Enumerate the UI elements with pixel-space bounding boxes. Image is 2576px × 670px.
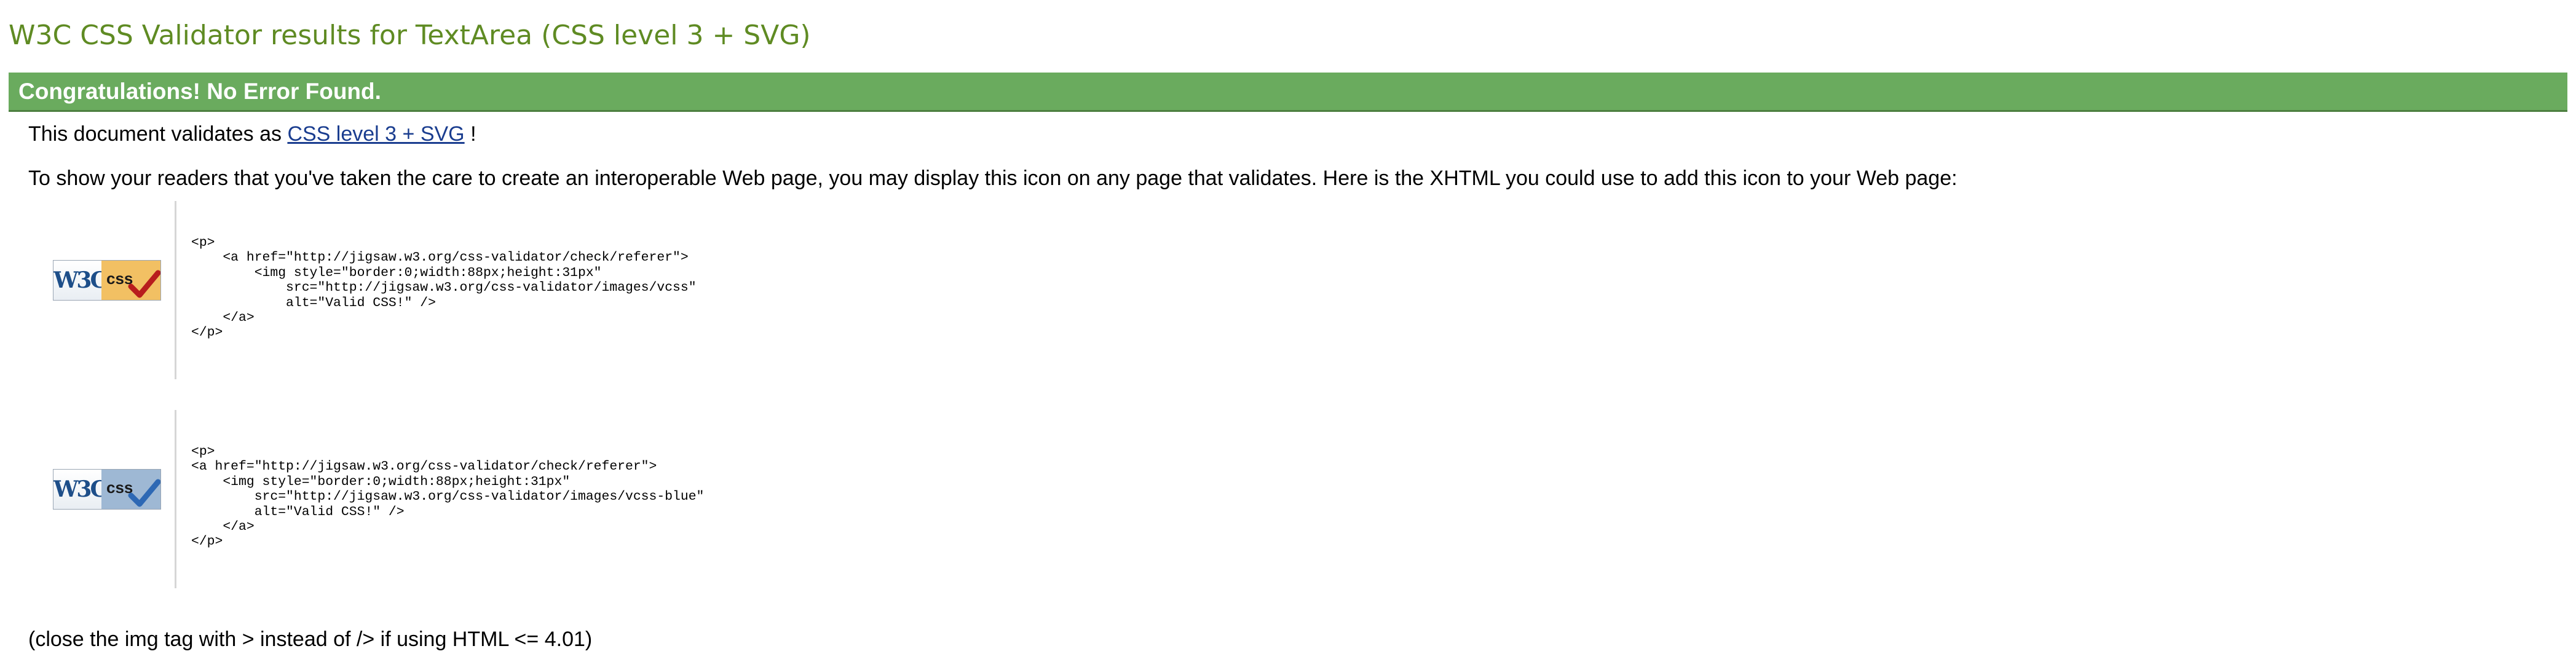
w3c-css-valid-blue-icon: W3C css	[53, 469, 161, 510]
validates-prefix: This document validates as	[28, 122, 282, 146]
code-snippet-cell: <p> <a href="http://jigsaw.w3.org/css-va…	[175, 201, 888, 379]
code-snippet: <p> <a href="http://jigsaw.w3.org/css-va…	[191, 235, 697, 341]
icon-instructions: To show your readers that you've taken t…	[28, 167, 1958, 190]
page-title: W3C CSS Validator results for TextArea (…	[9, 20, 811, 51]
code-snippet-cell: <p> <a href="http://jigsaw.w3.org/css-va…	[175, 410, 888, 588]
close-img-note: (close the img tag with > instead of /> …	[28, 628, 593, 651]
badge-w3c-text: W3C	[53, 470, 108, 509]
css-level-link[interactable]: CSS level 3 + SVG	[287, 122, 464, 146]
validates-suffix: !	[464, 122, 476, 146]
badge-cell: W3C css	[28, 201, 175, 379]
congratulations-banner: Congratulations! No Error Found.	[9, 73, 2567, 112]
badge-row-blue: W3C css <p> <a href="http://jigsaw.w3.or…	[28, 410, 889, 588]
code-snippet: <p> <a href="http://jigsaw.w3.org/css-va…	[191, 444, 705, 550]
checkmark-icon	[128, 479, 160, 507]
checkmark-icon	[128, 270, 160, 298]
badge-row-gold: W3C css <p> <a href="http://jigsaw.w3.or…	[28, 201, 889, 379]
badge-w3c-text: W3C	[53, 261, 108, 300]
badge-cell: W3C css	[28, 410, 175, 588]
w3c-css-valid-gold-icon: W3C css	[53, 260, 161, 301]
validates-statement: This document validates as CSS level 3 +…	[28, 118, 476, 150]
